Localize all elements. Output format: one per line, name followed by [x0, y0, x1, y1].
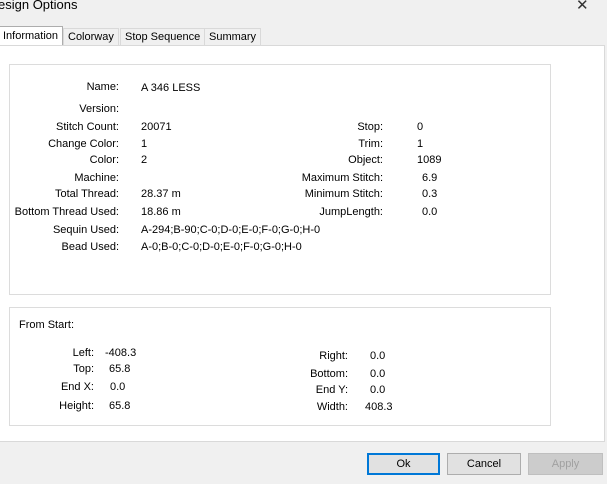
- min-stitch-label: Minimum Stitch:: [304, 188, 383, 200]
- change-color-label: Change Color:: [48, 138, 119, 150]
- top-label: Top:: [73, 363, 94, 375]
- trim-value: 1: [417, 138, 424, 150]
- ok-button[interactable]: Ok: [367, 453, 440, 475]
- stitch-count-value: 20071: [141, 121, 172, 133]
- stop-label: Stop:: [357, 121, 383, 133]
- stop-value: 0: [417, 121, 424, 133]
- left-label: Left:: [72, 347, 94, 359]
- top-value: 65.8: [109, 363, 131, 375]
- bead-value: A-0;B-0;C-0;D-0;E-0;F-0;G-0;H-0: [141, 241, 302, 253]
- jump-length-label: JumpLength:: [319, 206, 383, 218]
- from-start-title: From Start:: [19, 319, 75, 331]
- bottom-thread-label: Bottom Thread Used:: [14, 206, 119, 218]
- end-y-value: 0.0: [370, 384, 386, 396]
- sequin-label: Sequin Used:: [52, 224, 119, 236]
- object-value: 1089: [417, 154, 442, 166]
- tab-colorway[interactable]: Colorway: [63, 28, 119, 45]
- tab-stop-sequence[interactable]: Stop Sequence: [120, 28, 206, 45]
- name-label: Name:: [86, 81, 119, 93]
- tab-summary[interactable]: Summary: [204, 28, 262, 45]
- color-label: Color:: [89, 154, 119, 166]
- height-value: 65.8: [109, 400, 131, 412]
- name-value: A 346 LESS: [141, 82, 201, 94]
- cancel-button[interactable]: Cancel: [447, 453, 521, 475]
- max-stitch-value: 6.9: [422, 172, 438, 184]
- version-label: Version:: [79, 103, 119, 115]
- end-x-value: 0.0: [110, 381, 126, 393]
- tab-information[interactable]: Information: [0, 26, 64, 45]
- bottom-value: 0.0: [370, 368, 386, 380]
- end-x-label: End X:: [60, 381, 94, 393]
- total-thread-label: Total Thread:: [54, 188, 119, 200]
- min-stitch-value: 0.3: [422, 188, 438, 200]
- color-value: 2: [141, 154, 148, 166]
- object-label: Object:: [348, 154, 383, 166]
- stitch-count-label: Stitch Count:: [56, 121, 119, 133]
- height-label: Height:: [59, 400, 94, 412]
- total-thread-value: 28.37 m: [141, 188, 181, 200]
- left-value: -408.3: [105, 347, 137, 359]
- right-label: Right:: [319, 350, 348, 362]
- machine-label: Machine:: [74, 172, 119, 184]
- change-color-value: 1: [141, 138, 148, 150]
- jump-length-value: 0.0: [422, 206, 438, 218]
- right-value: 0.0: [370, 350, 386, 362]
- trim-label: Trim:: [358, 138, 383, 150]
- apply-button[interactable]: Apply: [528, 453, 603, 475]
- close-icon[interactable]: ✕: [576, 0, 589, 14]
- dialog-title: esign Options: [0, 0, 78, 12]
- width-label: Width:: [316, 401, 348, 413]
- bead-label: Bead Used:: [61, 241, 119, 253]
- bottom-thread-value: 18.86 m: [141, 206, 181, 218]
- bottom-label: Bottom:: [310, 368, 348, 380]
- width-value: 408.3: [365, 401, 393, 413]
- max-stitch-label: Maximum Stitch:: [301, 172, 383, 184]
- sequin-value: A-294;B-90;C-0;D-0;E-0;F-0;G-0;H-0: [141, 224, 321, 236]
- end-y-label: End Y:: [315, 384, 348, 396]
